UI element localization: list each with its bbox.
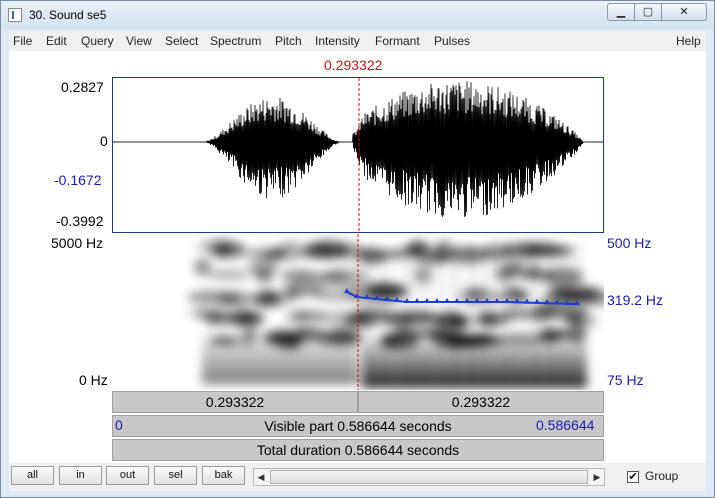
- zoom-all-button[interactable]: all: [11, 466, 54, 485]
- menu-select[interactable]: Select: [165, 34, 198, 48]
- scrollbar-thumb[interactable]: [270, 470, 588, 484]
- pitch-max-label: 500 Hz: [607, 235, 652, 251]
- spectrogram-min-label: 0 Hz: [79, 372, 108, 388]
- wave-min-label: -0.3992: [56, 213, 104, 229]
- menu-query[interactable]: Query: [81, 34, 114, 48]
- spectrogram-max-label: 5000 Hz: [51, 235, 104, 251]
- editor-area: 0.293322 0.2827 0 -0.1672 -0.3992 5000 H…: [9, 51, 706, 491]
- spectrogram-energy-blob: [356, 247, 386, 265]
- selection-right-bar[interactable]: 0.293322: [358, 391, 604, 413]
- zoom-in-button[interactable]: in: [59, 466, 102, 485]
- visible-start-label: 0: [115, 417, 123, 433]
- spectrogram-energy-blob: [283, 289, 301, 300]
- window-title: 30. Sound se5: [29, 8, 107, 22]
- spectrogram-energy-blob: [564, 315, 583, 325]
- spectrogram-low-band: [362, 334, 587, 388]
- waveform-panel[interactable]: [112, 77, 604, 233]
- spectrogram-energy-blob: [225, 312, 259, 321]
- menu-formant[interactable]: Formant: [375, 34, 420, 48]
- pitch-value-label: 319.2 Hz: [607, 292, 664, 308]
- praat-app-icon: [8, 8, 22, 22]
- spectrogram-energy-blob: [445, 246, 489, 264]
- selection-left-bar[interactable]: 0.293322: [112, 391, 358, 413]
- menu-help[interactable]: Help: [676, 34, 701, 48]
- praat-sound-window: 30. Sound se5 ▁ ▢ ✕ File Edit Query View…: [0, 0, 715, 498]
- spectrogram-energy-blob: [223, 294, 242, 304]
- group-checkbox[interactable]: ✔: [627, 471, 639, 483]
- waveform-svg: [113, 78, 603, 232]
- menu-intensity[interactable]: Intensity: [315, 34, 360, 48]
- wave-zero-label: 0: [100, 133, 108, 149]
- total-duration-bar[interactable]: Total duration 0.586644 seconds: [112, 439, 604, 461]
- menu-view[interactable]: View: [126, 34, 152, 48]
- visible-part-bar[interactable]: Visible part 0.586644 seconds: [112, 415, 604, 437]
- menu-edit[interactable]: Edit: [46, 34, 67, 48]
- zoom-out-button[interactable]: out: [106, 466, 149, 485]
- spectrogram-energy-blob: [365, 282, 399, 298]
- spectrogram-energy-blob: [198, 239, 244, 254]
- minimize-button[interactable]: ▁: [607, 3, 635, 21]
- wave-max-label: 0.2827: [61, 79, 104, 95]
- menu-spectrum[interactable]: Spectrum: [210, 34, 261, 48]
- spectrogram-energy-blob: [254, 268, 274, 284]
- spectrogram-energy-blob: [280, 270, 319, 280]
- spectrogram-svg: [112, 234, 616, 390]
- scroll-left-arrow-icon[interactable]: ◀: [254, 469, 268, 485]
- bottom-controls: all in out sel bak ◀ ▶ ✔ Group: [9, 463, 706, 491]
- wave-cursor-value-label: -0.1672: [54, 172, 102, 188]
- spectrogram-low-band: [202, 329, 358, 384]
- title-bar[interactable]: 30. Sound se5 ▁ ▢ ✕: [1, 1, 714, 29]
- menu-pulses[interactable]: Pulses: [434, 34, 470, 48]
- zoom-sel-button[interactable]: sel: [154, 466, 197, 485]
- spectrogram-energy-blob: [268, 248, 286, 259]
- horizontal-scrollbar[interactable]: ◀ ▶: [253, 468, 605, 486]
- spectrogram-energy-blob: [251, 290, 281, 308]
- spectrogram-panel[interactable]: [112, 234, 616, 390]
- maximize-button[interactable]: ▢: [634, 3, 662, 21]
- spectrogram-energy-blob: [207, 270, 251, 280]
- spectrogram-energy-blob: [189, 308, 228, 318]
- spectrogram-energy-blob: [414, 266, 433, 284]
- close-button[interactable]: ✕: [661, 3, 707, 21]
- spectrogram-energy-blob: [321, 268, 369, 287]
- menu-bar: File Edit Query View Select Spectrum Pit…: [9, 31, 706, 52]
- visible-part-label: Visible part 0.586644 seconds: [264, 418, 452, 434]
- group-label: Group: [645, 469, 679, 483]
- menu-pitch[interactable]: Pitch: [275, 34, 302, 48]
- zoom-back-button[interactable]: bak: [202, 466, 245, 485]
- cursor-time-label: 0.293322: [324, 57, 383, 73]
- menu-file[interactable]: File: [13, 34, 32, 48]
- visible-end-label: 0.586644: [536, 417, 595, 433]
- scroll-right-arrow-icon[interactable]: ▶: [590, 469, 604, 485]
- waveform-trace: [113, 81, 603, 217]
- pitch-min-label: 75 Hz: [607, 372, 644, 388]
- total-duration-label: Total duration 0.586644 seconds: [256, 442, 460, 458]
- spectrogram-energy-blob: [285, 309, 308, 323]
